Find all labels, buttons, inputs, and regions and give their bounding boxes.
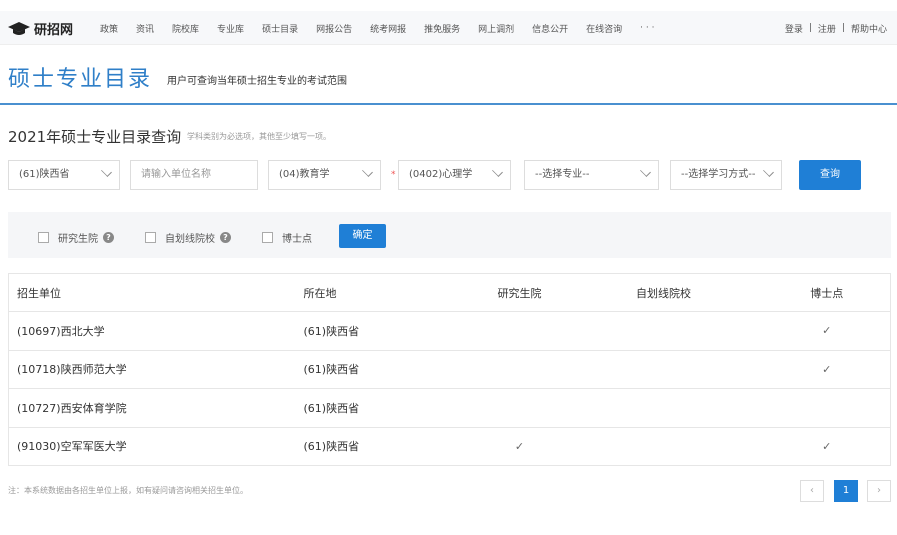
self-line-checkbox[interactable]: 自划线院校? <box>145 230 231 245</box>
doctoral-cell: ✓ <box>763 311 891 351</box>
page-subtitle: 用户可查询当年硕士招生专业的考试范围 <box>167 76 347 87</box>
nav-item[interactable]: 网上调剂 <box>478 22 514 35</box>
self-line-cell <box>563 350 764 389</box>
nav-item[interactable]: 院校库 <box>172 22 199 35</box>
checkmark-icon: ✓ <box>822 439 832 453</box>
graduate-school-label: 研究生院 <box>58 234 98 245</box>
next-page-button[interactable]: › <box>867 480 891 502</box>
unit-name-placeholder: 请输入单位名称 <box>141 169 211 180</box>
nav-item[interactable]: 网报公告 <box>316 22 352 35</box>
page-title: 硕士专业目录 <box>8 67 153 92</box>
filter-bar: 研究生院? 自划线院校? 博士点 确定 <box>8 212 891 258</box>
nav-item[interactable]: 统考网报 <box>370 22 406 35</box>
discipline-value: (0402)心理学 <box>409 169 473 180</box>
confirm-button[interactable]: 确定 <box>339 224 386 248</box>
query-hint: 学科类别为必选项，其他至少填写一项。 <box>187 132 331 141</box>
chevron-down-icon <box>492 166 503 177</box>
location-cell: (61)陕西省 <box>295 388 476 428</box>
graduate-school-cell <box>475 311 564 351</box>
table-row: (10727)西安体育学院 (61)陕西省 <box>8 388 891 428</box>
results-table: 招生单位 所在地 研究生院 自划线院校 博士点 (10697)西北大学 (61)陕… <box>8 273 891 466</box>
nav-item[interactable]: 政策 <box>100 22 118 35</box>
province-value: (61)陕西省 <box>19 169 70 180</box>
graduate-school-checkbox[interactable]: 研究生院? <box>38 230 114 245</box>
table-header-row: 招生单位 所在地 研究生院 自划线院校 博士点 <box>8 273 891 312</box>
table-row: (10718)陕西师范大学 (61)陕西省 ✓ <box>8 350 891 389</box>
separator: | <box>808 23 812 33</box>
query-title: 2021年硕士专业目录查询 <box>8 128 182 146</box>
category-select[interactable]: (04)教育学 <box>268 160 381 190</box>
discipline-select[interactable]: (0402)心理学 <box>398 160 511 190</box>
graduation-cap-icon <box>8 21 30 35</box>
self-line-cell <box>563 311 764 351</box>
checkbox[interactable] <box>145 232 156 243</box>
province-select[interactable]: (61)陕西省 <box>8 160 120 190</box>
prev-page-button[interactable]: ‹ <box>800 480 824 502</box>
col-graduate-school: 研究生院 <box>475 273 564 312</box>
doctoral-checkbox[interactable]: 博士点 <box>262 230 312 245</box>
doctoral-cell <box>763 388 891 428</box>
self-line-cell <box>563 388 764 428</box>
self-line-label: 自划线院校 <box>165 234 215 245</box>
help-icon[interactable]: ? <box>220 232 231 243</box>
study-mode-value: --选择学习方式-- <box>681 169 756 180</box>
col-self-line: 自划线院校 <box>563 273 764 312</box>
nav-item[interactable]: 专业库 <box>217 22 244 35</box>
page-header: 硕士专业目录 用户可查询当年硕士招生专业的考试范围 <box>0 45 897 105</box>
login-link[interactable]: 登录 <box>785 22 803 35</box>
chevron-down-icon <box>640 166 651 177</box>
unit-cell: (10727)西安体育学院 <box>8 388 296 428</box>
help-icon[interactable]: ? <box>103 232 114 243</box>
nav-item[interactable]: 资讯 <box>136 22 154 35</box>
logo[interactable]: 研招网 <box>8 19 73 38</box>
page-1-button[interactable]: 1 <box>834 480 858 502</box>
nav-item[interactable]: · · · <box>640 23 654 33</box>
unit-name-input[interactable]: 请输入单位名称 <box>130 160 258 190</box>
unit-cell: (10718)陕西师范大学 <box>8 350 296 389</box>
category-value: (04)教育学 <box>279 169 330 180</box>
graduate-school-cell: ✓ <box>475 427 564 466</box>
nav-item[interactable]: 硕士目录 <box>262 22 298 35</box>
checkbox[interactable] <box>262 232 273 243</box>
help-center-link[interactable]: 帮助中心 <box>851 22 887 35</box>
unit-cell: (10697)西北大学 <box>8 311 296 351</box>
search-button[interactable]: 查询 <box>799 160 861 190</box>
required-mark: * <box>391 170 396 180</box>
table-row: (10697)西北大学 (61)陕西省 ✓ <box>8 311 891 351</box>
footnote: 注：本系统数据由各招生单位上报，如有疑问请咨询相关招生单位。 <box>8 486 248 495</box>
location-cell: (61)陕西省 <box>295 311 476 351</box>
col-doctoral: 博士点 <box>763 273 891 312</box>
doctoral-cell: ✓ <box>763 427 891 466</box>
graduate-school-cell <box>475 388 564 428</box>
checkmark-icon: ✓ <box>822 362 832 376</box>
self-line-cell <box>563 427 764 466</box>
unit-cell: (91030)空军军医大学 <box>8 427 296 466</box>
nav-item[interactable]: 信息公开 <box>532 22 568 35</box>
separator: | <box>841 23 845 33</box>
major-select[interactable]: --选择专业-- <box>524 160 659 190</box>
chevron-down-icon <box>763 166 774 177</box>
logo-text: 研招网 <box>34 23 74 38</box>
nav-item[interactable]: 在线咨询 <box>586 22 622 35</box>
major-value: --选择专业-- <box>535 169 590 180</box>
checkbox[interactable] <box>38 232 49 243</box>
study-mode-select[interactable]: --选择学习方式-- <box>670 160 782 190</box>
top-nav: 研招网 政策 资讯 院校库 专业库 硕士目录 网报公告 统考网报 推免服务 网上调剂 信息公开 在线… <box>0 11 897 45</box>
col-unit: 招生单位 <box>8 273 296 312</box>
register-link[interactable]: 注册 <box>818 22 836 35</box>
doctoral-label: 博士点 <box>282 234 312 245</box>
graduate-school-cell <box>475 350 564 389</box>
col-location: 所在地 <box>295 273 476 312</box>
chevron-down-icon <box>101 166 112 177</box>
location-cell: (61)陕西省 <box>295 350 476 389</box>
checkmark-icon: ✓ <box>822 324 832 338</box>
nav-item[interactable]: 推免服务 <box>424 22 460 35</box>
table-row: (91030)空军军医大学 (61)陕西省 ✓ ✓ <box>8 427 891 466</box>
doctoral-cell: ✓ <box>763 350 891 389</box>
location-cell: (61)陕西省 <box>295 427 476 466</box>
chevron-down-icon <box>362 166 373 177</box>
checkmark-icon: ✓ <box>514 439 525 453</box>
